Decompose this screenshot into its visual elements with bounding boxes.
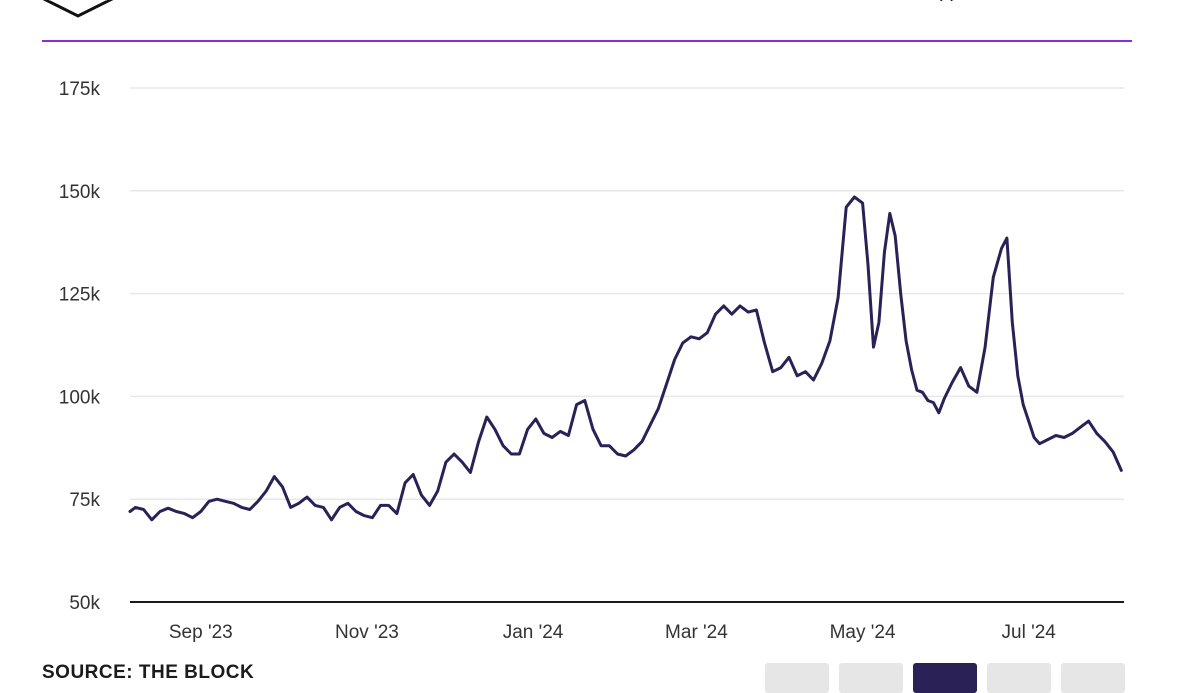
x-tick-label: Jan '24 (503, 622, 564, 643)
range-button[interactable] (839, 663, 903, 693)
x-tick-label: Jul '24 (1002, 622, 1057, 643)
line-chart: 50k 75k 100k 125k 150k 175k Sep '23 Nov '23 Jan… (59, 79, 1124, 643)
series-line (128, 195, 1123, 522)
y-tick-label: 100k (59, 387, 101, 408)
y-tick-label: 175k (59, 79, 101, 100)
x-tick-label: May '24 (830, 622, 896, 643)
y-tick-label: 50k (69, 593, 100, 614)
range-button[interactable] (1061, 663, 1125, 693)
source-credit: SOURCE: THE BLOCK (42, 662, 255, 683)
series-group (128, 195, 1123, 522)
grid-lines (130, 87, 1124, 603)
y-tick-label: 150k (59, 182, 101, 203)
range-button[interactable] (987, 663, 1051, 693)
x-tick-label: Nov '23 (335, 622, 399, 643)
y-tick-label: 125k (59, 285, 101, 306)
range-button[interactable] (913, 663, 977, 693)
y-axis: 50k 75k 100k 125k 150k 175k (59, 79, 101, 614)
x-tick-label: Sep '23 (169, 622, 233, 643)
x-tick-label: Mar '24 (665, 622, 728, 643)
range-button[interactable] (765, 663, 829, 693)
x-axis: Sep '23 Nov '23 Jan '24 Mar '24 May '24 Jul '… (169, 622, 1056, 643)
y-tick-label: 75k (69, 490, 100, 511)
